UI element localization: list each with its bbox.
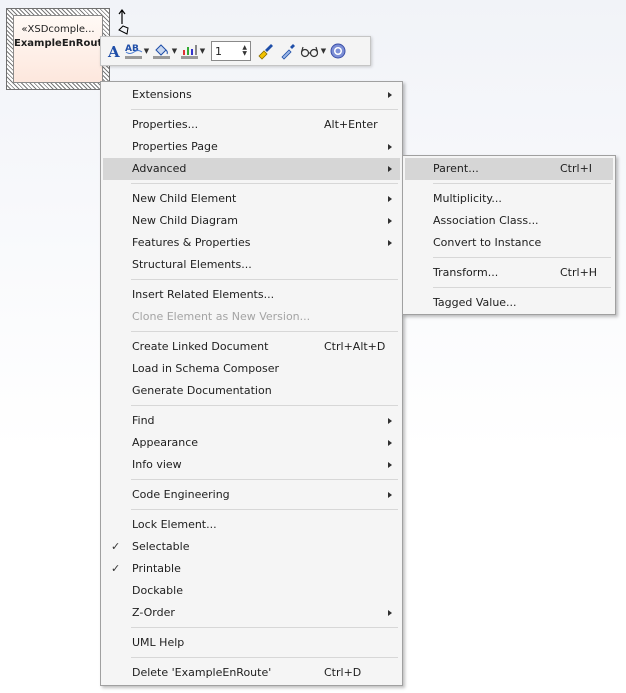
menu-item-info-view[interactable]: Info view — [103, 454, 400, 476]
submenu-arrow-icon — [388, 92, 392, 98]
menu-item-properties[interactable]: Properties... Alt+Enter — [103, 114, 400, 136]
submenu-arrow-icon — [388, 492, 392, 498]
menu-item-properties-page[interactable]: Properties Page — [103, 136, 400, 158]
menu-separator — [131, 183, 398, 184]
submenu-item-transform[interactable]: Transform... Ctrl+H — [405, 262, 613, 284]
shortcut-label: Ctrl+D — [324, 666, 362, 679]
menu-separator — [131, 109, 398, 110]
help-icon[interactable] — [327, 40, 349, 62]
submenu-item-multiplicity[interactable]: Multiplicity... — [405, 188, 613, 210]
menu-separator — [131, 331, 398, 332]
menu-item-lock-element[interactable]: Lock Element... — [103, 514, 400, 536]
menu-separator — [131, 479, 398, 480]
quick-format-toolbar: A AB ▼ ▼ ▼ 1 ▲ ▼ ▼ — [100, 36, 371, 66]
font-icon[interactable]: A — [105, 40, 123, 62]
menu-item-uml-help[interactable]: UML Help — [103, 632, 400, 654]
shortcut-label: Ctrl+H — [560, 266, 598, 279]
text-color-icon[interactable]: AB ▼ — [123, 40, 151, 62]
menu-separator — [131, 509, 398, 510]
menu-separator — [433, 287, 611, 288]
submenu-arrow-icon — [388, 196, 392, 202]
submenu-item-convert-instance[interactable]: Convert to Instance — [405, 232, 613, 254]
menu-item-code-engineering[interactable]: Code Engineering — [103, 484, 400, 506]
menu-item-new-child-element[interactable]: New Child Element — [103, 188, 400, 210]
connector-handles[interactable] — [114, 8, 134, 38]
format-painter-icon[interactable] — [255, 40, 277, 62]
menu-item-insert-related[interactable]: Insert Related Elements... — [103, 284, 400, 306]
submenu-arrow-icon — [388, 440, 392, 446]
menu-item-selectable[interactable]: ✓ Selectable — [103, 536, 400, 558]
menu-separator — [131, 627, 398, 628]
menu-item-load-schema-composer[interactable]: Load in Schema Composer — [103, 358, 400, 380]
menu-item-clone-element: Clone Element as New Version... — [132, 310, 311, 323]
submenu-arrow-icon — [388, 418, 392, 424]
menu-item-dockable[interactable]: Dockable — [103, 580, 400, 602]
submenu-item-parent[interactable]: Parent... Ctrl+I — [405, 158, 613, 180]
menu-separator — [433, 183, 611, 184]
menu-item-generate-documentation[interactable]: Generate Documentation — [103, 380, 400, 402]
menu-item-features-properties[interactable]: Features & Properties — [103, 232, 400, 254]
check-icon: ✓ — [111, 540, 121, 553]
submenu-arrow-icon — [388, 610, 392, 616]
check-icon: ✓ — [111, 562, 121, 575]
submenu-item-association-class[interactable]: Association Class... — [405, 210, 613, 232]
element-body[interactable]: «XSDcomple... ExampleEnRoute — [13, 15, 110, 83]
eyedropper-icon[interactable] — [277, 40, 299, 62]
diagram-element-selected[interactable]: «XSDcomple... ExampleEnRoute — [6, 8, 110, 90]
submenu-arrow-icon — [388, 462, 392, 468]
context-menu: Extensions Properties... Alt+Enter Proper… — [100, 81, 403, 686]
glasses-icon[interactable]: ▼ — [299, 40, 327, 62]
line-color-icon[interactable]: ▼ — [179, 40, 207, 62]
menu-separator — [131, 279, 398, 280]
shortcut-label: Alt+Enter — [324, 118, 378, 131]
menu-item-delete[interactable]: Delete 'ExampleEnRoute' Ctrl+D — [103, 662, 400, 684]
menu-item-find[interactable]: Find — [103, 410, 400, 432]
menu-item-z-order[interactable]: Z-Order — [103, 602, 400, 624]
svg-text:A: A — [107, 43, 120, 59]
menu-separator — [131, 405, 398, 406]
stepper-arrows-icon[interactable]: ▲ ▼ — [242, 45, 247, 57]
menu-item-advanced[interactable]: Advanced — [103, 158, 400, 180]
menu-item-appearance[interactable]: Appearance — [103, 432, 400, 454]
submenu-arrow-icon — [388, 166, 392, 172]
shortcut-label: Ctrl+Alt+D — [324, 340, 386, 353]
element-stereotype: «XSDcomple... — [21, 24, 95, 35]
line-width-value: 1 — [215, 44, 222, 58]
submenu-arrow-icon — [388, 240, 392, 246]
menu-separator — [433, 257, 611, 258]
submenu-arrow-icon — [388, 218, 392, 224]
menu-item-printable[interactable]: ✓ Printable — [103, 558, 400, 580]
advanced-submenu: Parent... Ctrl+I Multiplicity... Associat… — [402, 155, 616, 315]
menu-item-create-linked-document[interactable]: Create Linked Document Ctrl+Alt+D — [103, 336, 400, 358]
menu-item-structural-elements[interactable]: Structural Elements... — [103, 254, 400, 276]
shortcut-label: Ctrl+I — [560, 162, 593, 175]
submenu-arrow-icon — [388, 144, 392, 150]
element-name: ExampleEnRoute — [14, 38, 110, 49]
menu-item-extensions[interactable]: Extensions — [103, 84, 400, 106]
up-arrow-icon[interactable] — [114, 8, 134, 38]
menu-item-new-child-diagram[interactable]: New Child Diagram — [103, 210, 400, 232]
submenu-item-tagged-value[interactable]: Tagged Value... — [405, 292, 613, 314]
line-width-stepper[interactable]: 1 ▲ ▼ — [211, 41, 251, 61]
fill-color-icon[interactable]: ▼ — [151, 40, 179, 62]
menu-separator — [131, 657, 398, 658]
